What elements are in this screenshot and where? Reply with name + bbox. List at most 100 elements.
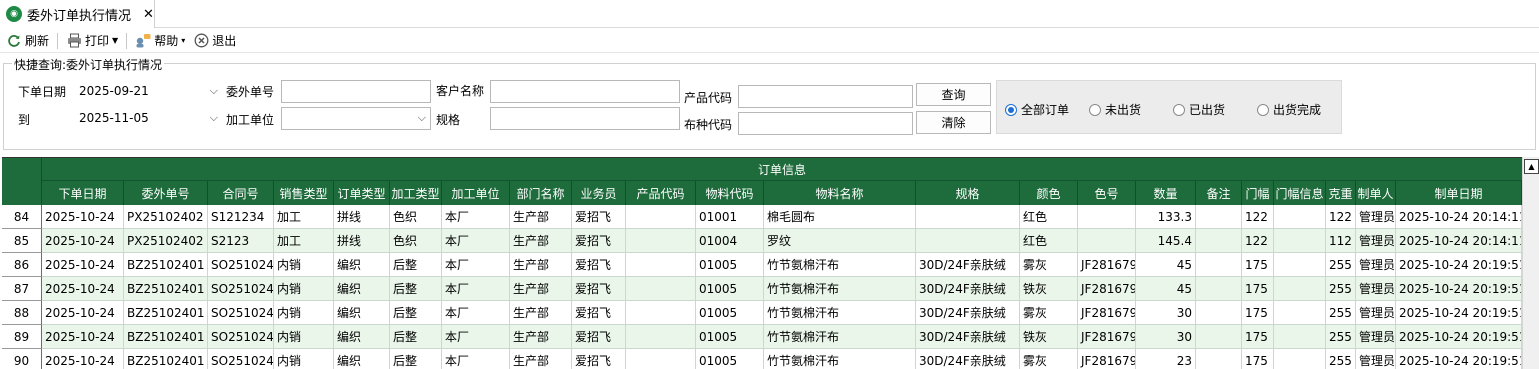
table-cell[interactable]: 管理员 bbox=[1356, 301, 1396, 325]
table-cell[interactable] bbox=[626, 301, 696, 325]
table-row[interactable]: 85 2025-10-24 PX25102402 S2123 加工 拼线 色织 本厂 生产部 爱招… bbox=[2, 229, 1522, 253]
table-cell[interactable]: 45 bbox=[1136, 277, 1196, 301]
table-cell[interactable]: 45 bbox=[1136, 253, 1196, 277]
table-cell[interactable] bbox=[1196, 277, 1242, 301]
table-cell[interactable]: 175 bbox=[1242, 349, 1274, 369]
table-cell[interactable]: 红色 bbox=[1020, 229, 1078, 253]
table-cell[interactable] bbox=[626, 205, 696, 229]
table-cell[interactable]: 铁灰 bbox=[1020, 277, 1078, 301]
table-cell[interactable]: 爱招飞 bbox=[572, 277, 626, 301]
table-cell[interactable]: 编织 bbox=[334, 277, 390, 301]
table-cell[interactable]: SO251024 bbox=[208, 277, 274, 301]
column-header[interactable]: 下单日期 bbox=[42, 181, 124, 205]
table-cell[interactable]: S2123 bbox=[208, 229, 274, 253]
table-cell[interactable]: 管理员 bbox=[1356, 205, 1396, 229]
chevron-down-icon[interactable]: ⌵ bbox=[210, 84, 218, 98]
column-header[interactable]: 委外单号 bbox=[124, 181, 208, 205]
customer-input[interactable] bbox=[490, 80, 680, 103]
processor-select[interactable]: ⌵ bbox=[281, 107, 431, 130]
table-cell[interactable] bbox=[1196, 325, 1242, 349]
table-cell[interactable]: 本厂 bbox=[442, 325, 510, 349]
chevron-down-icon[interactable]: ⌵ bbox=[210, 111, 218, 125]
table-cell[interactable]: 雾灰 bbox=[1020, 349, 1078, 369]
table-cell[interactable] bbox=[1274, 349, 1326, 369]
table-cell[interactable]: 本厂 bbox=[442, 253, 510, 277]
table-cell[interactable]: 加工 bbox=[274, 229, 334, 253]
column-header[interactable]: 物料代码 bbox=[696, 181, 764, 205]
table-cell[interactable]: 01005 bbox=[696, 301, 764, 325]
table-cell[interactable]: 2025-10-24 bbox=[42, 277, 124, 301]
table-cell[interactable] bbox=[1196, 205, 1242, 229]
table-cell[interactable]: 编织 bbox=[334, 253, 390, 277]
table-cell[interactable] bbox=[1078, 205, 1136, 229]
table-cell[interactable]: 175 bbox=[1242, 277, 1274, 301]
table-cell[interactable]: 122 bbox=[1242, 229, 1274, 253]
table-cell[interactable]: JF281679 bbox=[1078, 349, 1136, 369]
column-header[interactable]: 备注 bbox=[1196, 181, 1242, 205]
table-cell[interactable]: 30D/24F亲肤绒 bbox=[916, 349, 1020, 369]
table-cell[interactable]: SO251024 bbox=[208, 301, 274, 325]
radio-all-orders[interactable]: 全部订单 bbox=[1005, 101, 1069, 118]
table-cell[interactable]: 生产部 bbox=[510, 229, 572, 253]
radio-shipment-complete[interactable]: 出货完成 bbox=[1257, 101, 1321, 118]
table-cell[interactable]: PX25102402 bbox=[124, 229, 208, 253]
table-cell[interactable] bbox=[626, 325, 696, 349]
table-cell[interactable]: BZ25102401 bbox=[124, 253, 208, 277]
clear-button[interactable]: 清除 bbox=[916, 111, 991, 134]
table-cell[interactable]: JF281679 bbox=[1078, 253, 1136, 277]
table-cell[interactable]: 生产部 bbox=[510, 325, 572, 349]
column-header[interactable]: 门幅信息 bbox=[1274, 181, 1326, 205]
table-cell[interactable]: 122 bbox=[1242, 205, 1274, 229]
table-cell[interactable] bbox=[1196, 349, 1242, 369]
print-button[interactable]: 打印 ▼ bbox=[62, 30, 122, 52]
table-cell[interactable]: 01005 bbox=[696, 253, 764, 277]
product-code-input[interactable] bbox=[738, 85, 913, 108]
table-cell[interactable] bbox=[916, 205, 1020, 229]
table-cell[interactable]: 本厂 bbox=[442, 205, 510, 229]
table-cell[interactable]: 133.3 bbox=[1136, 205, 1196, 229]
vertical-scrollbar[interactable]: ▲ bbox=[1522, 157, 1539, 369]
table-cell[interactable] bbox=[626, 349, 696, 369]
table-cell[interactable]: 2025-10-24 20:19:51 bbox=[1396, 349, 1522, 369]
search-button[interactable]: 查询 bbox=[916, 83, 991, 106]
table-row[interactable]: 88 2025-10-24 BZ25102401 SO251024 内销 编织 后整 本厂 生产… bbox=[2, 301, 1522, 325]
table-cell[interactable]: 后整 bbox=[390, 349, 442, 369]
table-cell[interactable]: 生产部 bbox=[510, 301, 572, 325]
table-cell[interactable]: 01004 bbox=[696, 229, 764, 253]
table-row[interactable]: 87 2025-10-24 BZ25102401 SO251024 内销 编织 后整 本厂 生产… bbox=[2, 277, 1522, 301]
table-cell[interactable]: 后整 bbox=[390, 253, 442, 277]
table-cell[interactable]: 122 bbox=[1326, 205, 1356, 229]
scroll-up-icon[interactable]: ▲ bbox=[1524, 159, 1539, 174]
table-cell[interactable]: 后整 bbox=[390, 301, 442, 325]
table-cell[interactable]: 雾灰 bbox=[1020, 301, 1078, 325]
table-cell[interactable]: JF281679 bbox=[1078, 301, 1136, 325]
column-header[interactable]: 色号 bbox=[1078, 181, 1136, 205]
table-cell[interactable] bbox=[1274, 253, 1326, 277]
chevron-down-icon[interactable]: ⌵ bbox=[418, 111, 426, 125]
table-cell[interactable]: 2025-10-24 bbox=[42, 253, 124, 277]
table-cell[interactable]: 管理员 bbox=[1356, 229, 1396, 253]
table-cell[interactable]: 加工 bbox=[274, 205, 334, 229]
column-header[interactable]: 物料名称 bbox=[764, 181, 916, 205]
table-cell[interactable]: 内销 bbox=[274, 349, 334, 369]
fabric-code-input[interactable] bbox=[738, 112, 913, 135]
table-cell[interactable]: 255 bbox=[1326, 325, 1356, 349]
table-cell[interactable] bbox=[1274, 325, 1326, 349]
column-header[interactable]: 颜色 bbox=[1020, 181, 1078, 205]
table-cell[interactable]: 2025-10-24 bbox=[42, 349, 124, 369]
column-header[interactable]: 部门名称 bbox=[510, 181, 572, 205]
table-cell[interactable]: 竹节氨棉汗布 bbox=[764, 325, 916, 349]
table-cell[interactable]: 2025-10-24 bbox=[42, 229, 124, 253]
table-cell[interactable] bbox=[1196, 301, 1242, 325]
column-header[interactable]: 制单日期 bbox=[1396, 181, 1522, 205]
column-header[interactable]: 规格 bbox=[916, 181, 1020, 205]
spec-input[interactable] bbox=[490, 107, 680, 130]
table-cell[interactable]: 竹节氨棉汗布 bbox=[764, 277, 916, 301]
column-header[interactable]: 制单人 bbox=[1356, 181, 1396, 205]
table-cell[interactable]: 2025-10-24 20:19:51 bbox=[1396, 301, 1522, 325]
table-cell[interactable]: 255 bbox=[1326, 253, 1356, 277]
table-cell[interactable]: 2025-10-24 bbox=[42, 301, 124, 325]
table-cell[interactable]: 175 bbox=[1242, 301, 1274, 325]
column-header[interactable]: 加工类型 bbox=[390, 181, 442, 205]
column-header[interactable]: 数量 bbox=[1136, 181, 1196, 205]
